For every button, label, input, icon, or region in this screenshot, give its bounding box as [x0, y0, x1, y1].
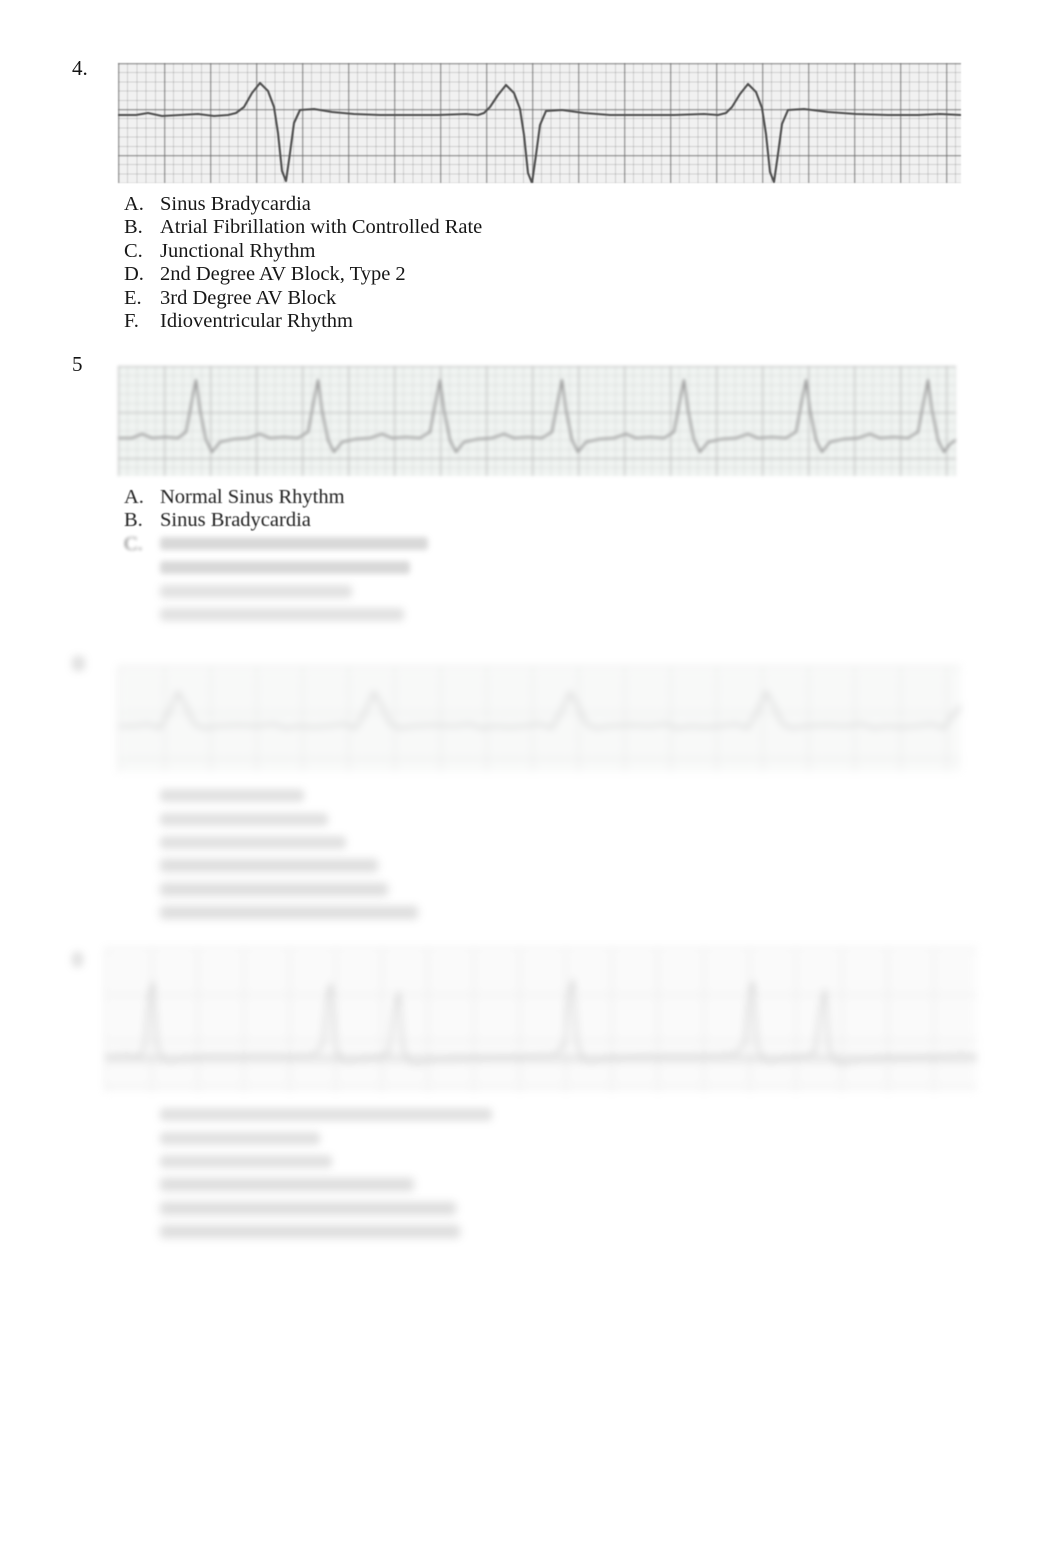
option-label-illegible — [160, 906, 418, 920]
ecg-waveform-6 — [118, 690, 961, 730]
option-item[interactable]: A. Sinus Bradycardia — [124, 193, 482, 216]
worksheet-page: 4. A. Sinus Bradycardia B. Atrial Fibril… — [0, 0, 1062, 1556]
option-letter: C. — [124, 532, 143, 555]
ecg-waveform-7 — [105, 978, 977, 1066]
option-item[interactable]: D. 2nd Degree AV Block, Type 2 — [124, 263, 482, 286]
option-item-illegible[interactable] — [124, 831, 418, 854]
options-list-5: A. Normal Sinus Rhythm B. Sinus Bradycar… — [124, 486, 428, 626]
option-label: Normal Sinus Rhythm — [160, 486, 345, 508]
option-item[interactable]: C. Junctional Rhythm — [124, 240, 482, 263]
option-item-illegible[interactable] — [124, 1197, 492, 1220]
option-label-illegible — [160, 1201, 456, 1215]
option-item-illegible[interactable] — [124, 556, 428, 579]
question-number-6 — [72, 654, 85, 675]
option-label-illegible — [160, 789, 304, 803]
option-letter: F. — [124, 310, 139, 333]
option-item-illegible[interactable] — [124, 580, 428, 603]
option-label: Sinus Bradycardia — [160, 509, 311, 532]
option-label-illegible — [160, 533, 428, 556]
question-block-4: 4. A. Sinus Bradycardia B. Atrial Fibril… — [0, 58, 1062, 336]
option-label: Atrial Fibrillation with Controlled Rate — [160, 216, 483, 239]
option-label-illegible — [160, 1178, 414, 1192]
option-label-illegible — [160, 608, 404, 622]
ecg-strip-4 — [118, 63, 961, 183]
question-number-5: 5 — [72, 352, 83, 376]
option-item-illegible[interactable] — [124, 1150, 492, 1173]
option-item[interactable]: B. Atrial Fibrillation with Controlled R… — [124, 216, 482, 239]
option-letter: E. — [124, 286, 142, 309]
option-item[interactable]: E. 3rd Degree AV Block — [124, 287, 482, 310]
ecg-strip-5 — [118, 366, 956, 476]
option-item-illegible[interactable] — [124, 1220, 492, 1243]
option-item-illegible[interactable] — [124, 878, 418, 901]
question-number-4: 4. — [72, 56, 88, 80]
option-label-illegible — [160, 1131, 320, 1145]
option-letter: C. — [124, 239, 143, 262]
option-item-illegible[interactable] — [124, 807, 418, 830]
option-letter: A. — [124, 193, 144, 215]
option-item-illegible[interactable] — [124, 1173, 492, 1196]
option-letter: B. — [124, 216, 143, 239]
question-block-6 — [0, 650, 1062, 935]
option-item[interactable]: B. Sinus Bradycardia — [124, 509, 428, 532]
option-letter: B. — [124, 509, 143, 532]
option-label: Idioventricular Rhythm — [160, 310, 353, 333]
option-label: Sinus Bradycardia — [160, 193, 311, 215]
option-label-illegible — [160, 812, 328, 826]
option-item-illegible[interactable] — [124, 784, 418, 807]
option-label: 3rd Degree AV Block — [160, 286, 337, 309]
question-block-7 — [0, 948, 1062, 1248]
option-item-illegible[interactable] — [124, 1103, 492, 1126]
option-label-illegible — [160, 1154, 332, 1168]
options-list-6 — [124, 784, 418, 924]
option-item[interactable]: F. Idioventricular Rhythm — [124, 310, 482, 333]
option-label-illegible — [160, 1225, 460, 1239]
option-item[interactable]: A. Normal Sinus Rhythm — [124, 486, 428, 509]
option-label: Junctional Rhythm — [160, 239, 316, 262]
option-label-illegible — [160, 859, 378, 873]
option-label-illegible — [160, 835, 346, 849]
question-block-5: 5 A. Normal Sinus Rhythm B. Sinus Bradyc… — [0, 354, 1062, 634]
ecg-strip-6 — [118, 666, 961, 772]
ecg-baseline-band-7 — [105, 1054, 977, 1063]
option-item-illegible[interactable] — [124, 901, 418, 924]
option-item-illegible[interactable] — [124, 854, 418, 877]
option-letter: A. — [124, 486, 144, 508]
option-item-illegible[interactable] — [124, 603, 428, 626]
option-label-illegible — [160, 561, 410, 575]
options-list-4: A. Sinus Bradycardia B. Atrial Fibrillat… — [124, 193, 482, 333]
option-label-illegible — [160, 584, 352, 598]
question-number-7 — [72, 950, 83, 971]
ecg-waveform-5 — [118, 378, 956, 454]
option-letter: D. — [124, 263, 144, 286]
options-list-7 — [124, 1103, 492, 1243]
ecg-waveform-4 — [118, 81, 961, 183]
ecg-strip-7 — [105, 948, 977, 1092]
option-label-illegible — [160, 882, 388, 896]
option-item[interactable]: C. — [124, 533, 428, 556]
option-label: 2nd Degree AV Block, Type 2 — [160, 263, 406, 286]
option-label-illegible — [160, 1108, 492, 1122]
option-item-illegible[interactable] — [124, 1126, 492, 1149]
